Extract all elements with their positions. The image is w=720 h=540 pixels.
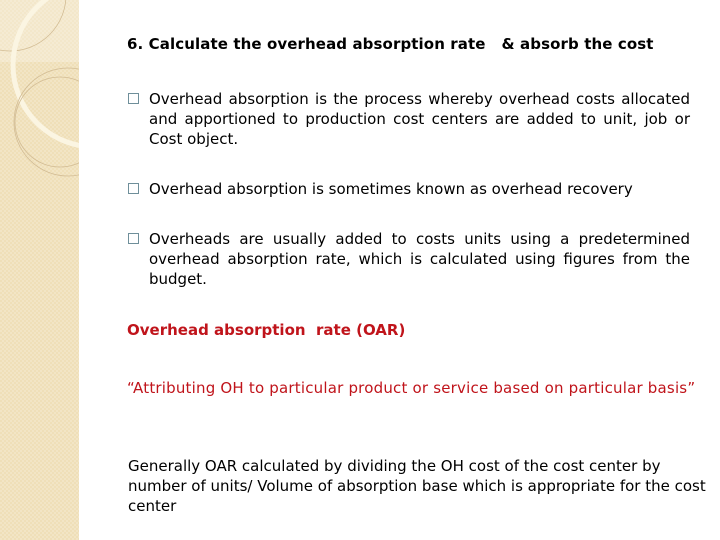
square-bullet-icon xyxy=(128,183,139,194)
square-bullet-icon xyxy=(128,233,139,244)
slide-title: 6. Calculate the overhead absorption rat… xyxy=(127,35,654,53)
bullet-text: Overhead absorption is the process where… xyxy=(149,90,690,148)
slide: 6. Calculate the overhead absorption rat… xyxy=(0,0,720,540)
bullet-item: Overhead absorption is sometimes known a… xyxy=(128,179,690,199)
bullet-text: Overhead absorption is sometimes known a… xyxy=(149,180,633,198)
square-bullet-icon xyxy=(128,93,139,104)
bullet-item: Overheads are usually added to costs uni… xyxy=(128,229,690,289)
oar-quote: “Attributing OH to particular product or… xyxy=(127,379,696,397)
bullet-text: Overheads are usually added to costs uni… xyxy=(149,230,690,288)
oar-note: Generally OAR calculated by dividing the… xyxy=(128,457,706,515)
oar-heading: Overhead absorption rate (OAR) xyxy=(127,321,406,339)
bullet-item: Overhead absorption is the process where… xyxy=(128,89,690,149)
